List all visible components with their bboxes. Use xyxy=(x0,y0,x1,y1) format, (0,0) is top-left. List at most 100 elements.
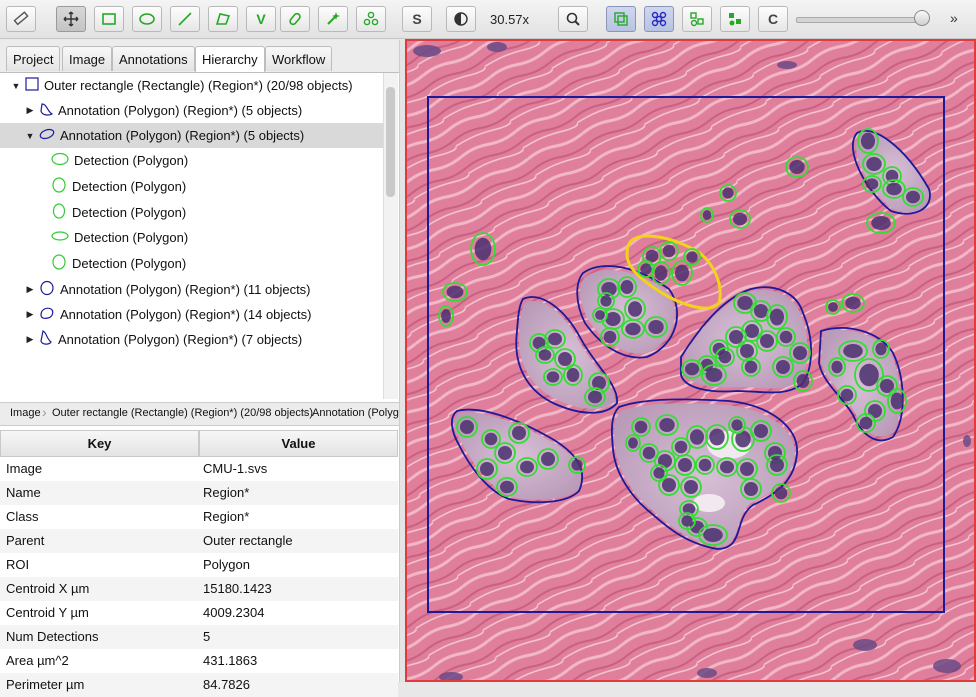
cell-nucleus xyxy=(718,350,732,364)
cell-nucleus xyxy=(793,346,807,360)
polygon-icon xyxy=(39,102,54,119)
cell-nucleus xyxy=(675,264,689,282)
opacity-slider-thumb[interactable] xyxy=(914,10,930,26)
tree-item-annotation[interactable]: ▶ Annotation (Polygon) (Region*) (14 obj… xyxy=(0,302,383,327)
breadcrumb: Image › Outer rectangle (Rectangle) (Reg… xyxy=(0,402,400,426)
tree-scrollbar[interactable] xyxy=(383,73,398,399)
column-header-value[interactable]: Value xyxy=(199,430,398,457)
tree-item-annotation-selected[interactable]: ▼ Annotation (Polygon) (Region*) (5 obje… xyxy=(0,123,383,148)
expand-arrow-icon[interactable]: ▶ xyxy=(24,309,36,320)
tab-project[interactable]: Project xyxy=(6,46,61,71)
cell-key: Name xyxy=(6,485,41,500)
tree-item-label: Detection (Polygon) xyxy=(74,153,189,168)
table-row[interactable]: Parent Outer rectangle xyxy=(0,529,398,553)
cell-value: 431.1863 xyxy=(203,653,258,668)
cell-nucleus xyxy=(640,263,652,275)
cell-nucleus xyxy=(744,360,758,374)
expand-arrow-icon[interactable]: ▼ xyxy=(10,81,22,91)
cell-value: Region* xyxy=(203,509,250,524)
column-header-key[interactable]: Key xyxy=(0,430,199,457)
rectangle-tool-button[interactable] xyxy=(94,6,124,32)
cell-nucleus xyxy=(702,210,712,220)
tree-item-label: Detection (Polygon) xyxy=(72,256,187,271)
breadcrumb-item[interactable]: Image xyxy=(10,407,41,419)
cell-nucleus xyxy=(603,330,617,344)
tree-item-detection[interactable]: Detection (Polygon) xyxy=(0,200,383,225)
tree-item-annotation[interactable]: ▶ Annotation (Polygon) (Region*) (5 obje… xyxy=(0,98,383,123)
tab-workflow[interactable]: Workflow xyxy=(265,46,333,71)
selection-mode-button[interactable]: S xyxy=(402,6,432,32)
zoom-to-fit-icon[interactable] xyxy=(558,6,588,32)
cell-nucleus xyxy=(705,368,723,382)
tree-item-annotation[interactable]: ▶ Annotation (Polygon) (Region*) (11 obj… xyxy=(0,277,383,302)
cell-nucleus xyxy=(789,160,805,174)
tab-hierarchy[interactable]: Hierarchy xyxy=(195,46,265,72)
points-tool-button[interactable] xyxy=(356,6,386,32)
tree-item-annotation[interactable]: ▶ Annotation (Polygon) (Region*) (7 obje… xyxy=(0,327,383,352)
tree-item-label: Detection (Polygon) xyxy=(74,230,189,245)
tree-item-label: Annotation (Polygon) (Region*) (5 object… xyxy=(58,103,303,118)
detection-icon xyxy=(51,152,69,169)
line-tool-button[interactable] xyxy=(170,6,200,32)
ellipse-tool-button[interactable] xyxy=(132,6,162,32)
cell-nucleus xyxy=(720,460,734,474)
cell-nucleus xyxy=(686,251,698,263)
tab-image[interactable]: Image xyxy=(62,46,113,71)
move-tool-button[interactable] xyxy=(56,6,86,32)
brightness-contrast-icon[interactable] xyxy=(446,6,476,32)
table-row[interactable]: Centroid Y µm 4009.2304 xyxy=(0,601,398,625)
cell-key: Class xyxy=(6,509,39,524)
image-viewer[interactable] xyxy=(405,39,976,682)
toolbar-overflow-icon[interactable]: » xyxy=(950,10,958,26)
show-tma-grid-button[interactable] xyxy=(720,6,750,32)
table-row[interactable]: Name Region* xyxy=(0,481,398,505)
show-detections-button[interactable] xyxy=(644,6,674,32)
cell-nucleus xyxy=(859,416,873,430)
polyline-tool-button[interactable]: V xyxy=(246,6,276,32)
cell-nucleus xyxy=(709,428,725,446)
tree-item-outer-rectangle[interactable]: ▼ Outer rectangle (Rectangle) (Region*) … xyxy=(0,73,383,98)
expand-arrow-icon[interactable]: ▶ xyxy=(24,334,36,345)
cell-nucleus xyxy=(674,440,688,454)
scrollbar-thumb[interactable] xyxy=(386,87,395,197)
cell-nucleus xyxy=(828,302,838,312)
fill-detections-button[interactable] xyxy=(682,6,712,32)
cell-key: Num Detections xyxy=(6,629,99,644)
expand-arrow-icon[interactable]: ▼ xyxy=(24,131,36,141)
tab-annotations[interactable]: Annotations xyxy=(112,46,195,71)
expand-arrow-icon[interactable]: ▶ xyxy=(24,105,36,116)
tree-item-detection[interactable]: Detection (Polygon) xyxy=(0,225,383,250)
table-row[interactable]: Area µm^2 431.1863 xyxy=(0,649,398,673)
table-row[interactable]: ROI Polygon xyxy=(0,553,398,577)
brush-tool-button[interactable] xyxy=(280,6,310,32)
opacity-slider[interactable] xyxy=(796,17,928,23)
expand-arrow-icon[interactable]: ▶ xyxy=(24,284,36,295)
cell-nucleus xyxy=(620,280,634,294)
cell-value: 84.7826 xyxy=(203,677,250,692)
cell-nucleus xyxy=(729,330,743,344)
table-row[interactable]: Image CMU-1.svs xyxy=(0,457,398,481)
wand-tool-button[interactable] xyxy=(318,6,348,32)
show-cells-button[interactable]: C xyxy=(758,6,788,32)
show-annotations-button[interactable] xyxy=(606,6,636,32)
breadcrumb-item[interactable]: Annotation (Polygo xyxy=(312,407,400,419)
table-row[interactable]: Centroid X µm 15180.1423 xyxy=(0,577,398,601)
cell-nucleus xyxy=(446,285,464,299)
cell-nucleus xyxy=(731,419,743,431)
polygon-tool-button[interactable] xyxy=(208,6,238,32)
cell-value: Outer rectangle xyxy=(203,533,293,548)
cell-key: Area µm^2 xyxy=(6,653,69,668)
cell-nucleus xyxy=(774,486,788,500)
table-row[interactable]: Perimeter µm 84.7826 xyxy=(0,673,398,697)
breadcrumb-item[interactable]: Outer rectangle (Rectangle) (Region*) (2… xyxy=(52,407,313,419)
cell-nucleus xyxy=(546,371,560,383)
cell-nucleus xyxy=(779,330,793,344)
tree-item-detection[interactable]: Detection (Polygon) xyxy=(0,148,383,173)
tree-item-detection[interactable]: Detection (Polygon) xyxy=(0,251,383,276)
tree-item-detection[interactable]: Detection (Polygon) xyxy=(0,174,383,199)
table-row[interactable]: Num Detections 5 xyxy=(0,625,398,649)
tissue-image[interactable] xyxy=(407,41,976,682)
cell-nucleus xyxy=(754,424,768,438)
table-row[interactable]: Class Region* xyxy=(0,505,398,529)
measure-icon[interactable] xyxy=(6,6,36,32)
